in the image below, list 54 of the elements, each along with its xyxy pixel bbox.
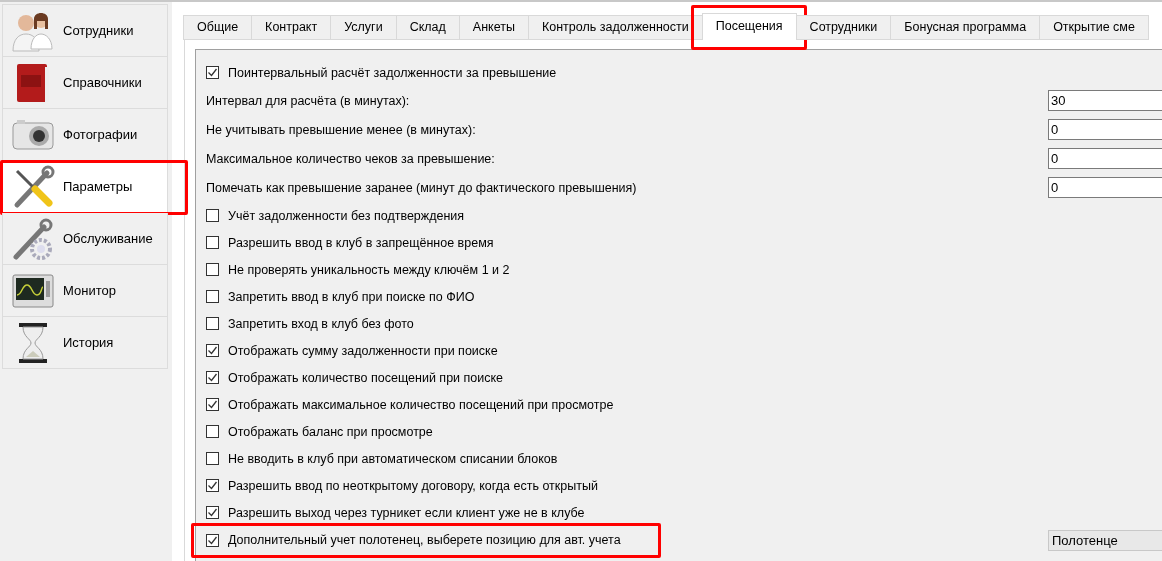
sidebar-item[interactable]: Монитор [2, 265, 168, 317]
checkbox[interactable] [206, 398, 219, 411]
tab[interactable]: Склад [395, 15, 460, 40]
checkbox[interactable] [206, 371, 219, 384]
field-label: Не учитывать превышение менее (в минутах): [206, 122, 476, 137]
tab[interactable]: Общие [183, 15, 253, 40]
option-label: Не вводить в клуб при автоматическом списании блоков [228, 451, 558, 466]
field-label: Помечать как превышение заранее (минут до фактического превышения) [206, 180, 637, 195]
checkbox[interactable] [206, 263, 219, 276]
checkbox[interactable] [206, 290, 219, 303]
option-label: Запретить ввод в клуб при поиске по ФИО [228, 289, 475, 304]
sidebar-item[interactable]: История [2, 317, 168, 369]
input-field[interactable]: 30 [1048, 90, 1162, 111]
checkbox[interactable] [206, 66, 219, 79]
tab[interactable]: Контроль задолженности [527, 15, 703, 40]
tab[interactable]: Сотрудники [795, 15, 892, 40]
dropdown[interactable]: Полотенце [1048, 529, 1162, 551]
tab[interactable]: Открытие сме [1039, 15, 1149, 40]
field-label: Максимальное количество чеков за превышение: [206, 151, 495, 166]
checkbox[interactable] [206, 506, 219, 519]
checkbox[interactable] [206, 236, 219, 249]
sidebar-item[interactable]: Параметры [2, 161, 168, 213]
checkbox[interactable] [206, 317, 219, 330]
sidebar-item[interactable]: Справочники [2, 57, 168, 109]
option-label: Учёт задолженности без подтверждения [228, 208, 465, 223]
field-label: Интервал для расчёта (в минутах): [206, 93, 410, 108]
tab[interactable]: Бонусная программа [890, 15, 1041, 40]
option-label: Дополнительный учет полотенец, выберете позицию для авт. учета [228, 533, 621, 547]
option-label: Разрешить ввод в клуб в запрещённое время [228, 235, 494, 250]
checkbox[interactable] [206, 425, 219, 438]
sidebar-item[interactable]: Фотографии [2, 109, 168, 161]
option-label: Отображать баланс при просмотре [228, 424, 433, 439]
option-label: Не проверять уникальность между ключём 1 и 2 [228, 262, 510, 277]
option-label: Отображать максимальное количество посещений при просмотре [228, 397, 614, 412]
input-field[interactable]: 0 [1048, 148, 1162, 169]
option-label: Запретить вход в клуб без фото [228, 316, 414, 331]
option-label: Отображать количество посещений при поиске [228, 370, 504, 385]
option-label: Поинтервальный расчёт задолженности за превышение [228, 65, 557, 80]
checkbox[interactable] [206, 533, 219, 547]
option-label: Разрешить ввод по неоткрытому договору, когда есть открытый [228, 478, 598, 493]
input-field[interactable]: 0 [1048, 177, 1162, 198]
option-label: Отображать сумму задолженности при поиске [228, 343, 498, 358]
tab[interactable]: Анкеты [458, 15, 529, 40]
checkbox[interactable] [206, 479, 219, 492]
tab[interactable]: Контракт [251, 15, 332, 40]
sidebar-item[interactable]: Обслуживание [2, 213, 168, 265]
checkbox[interactable] [206, 209, 219, 222]
input-field[interactable]: 0 [1048, 119, 1162, 140]
checkbox[interactable] [206, 344, 219, 357]
option-label: Разрешить выход через турникет если клиент уже не в клубе [228, 505, 585, 520]
sidebar-item[interactable]: Сотрудники [2, 4, 168, 57]
tab[interactable]: Услуги [330, 15, 397, 40]
wrench-gear-icon [11, 216, 55, 261]
checkbox[interactable] [206, 452, 219, 465]
